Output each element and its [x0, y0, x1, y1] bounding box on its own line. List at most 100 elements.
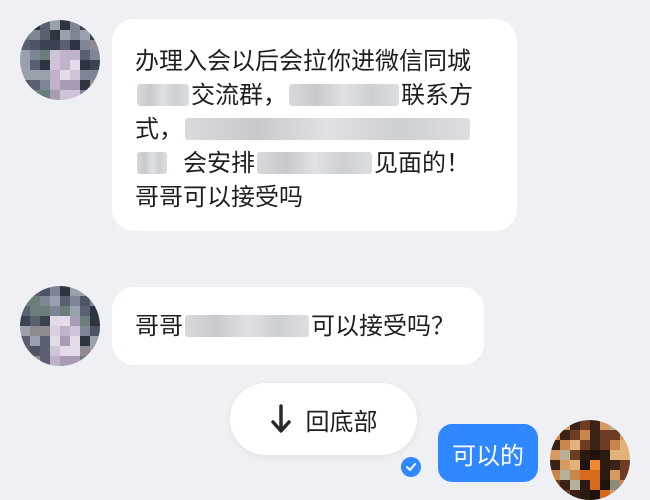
avatar-pixel: [560, 430, 570, 440]
avatar-pixel: [580, 490, 590, 500]
avatar-pixel: [610, 450, 620, 460]
avatar-pixel: [50, 20, 60, 30]
avatar-pixel: [600, 450, 610, 460]
avatar-pixel: [550, 460, 560, 470]
avatar-pixel: [90, 306, 100, 316]
avatar-pixel: [60, 326, 70, 336]
avatar-pixel: [90, 346, 100, 356]
avatar-pixel: [560, 440, 570, 450]
message-line: 式，: [135, 112, 473, 146]
avatar-pixel: [70, 80, 80, 90]
avatar-pixel: [40, 20, 50, 30]
message-line: 会安排 见面的！: [135, 146, 473, 180]
avatar-pixel: [30, 296, 40, 306]
sent-message-bubble[interactable]: 可以的: [438, 424, 538, 482]
avatar-pixel: [50, 326, 60, 336]
avatar-pixel: [560, 460, 570, 470]
contact-avatar[interactable]: [20, 20, 100, 100]
avatar-pixel: [620, 460, 630, 470]
avatar-pixel: [570, 440, 580, 450]
avatar-pixel: [30, 346, 40, 356]
avatar-pixel: [580, 440, 590, 450]
avatar-pixel: [610, 470, 620, 480]
avatar-pixel: [580, 430, 590, 440]
avatar-pixel: [30, 50, 40, 60]
avatar-pixel: [80, 326, 90, 336]
avatar-pixel: [560, 450, 570, 460]
scroll-to-bottom-button[interactable]: 回底部: [230, 383, 417, 455]
avatar-pixel: [60, 60, 70, 70]
avatar-pixel: [580, 450, 590, 460]
avatar-pixel: [40, 346, 50, 356]
avatar-pixel: [30, 30, 40, 40]
avatar-pixel: [80, 296, 90, 306]
avatar-pixel: [30, 286, 40, 296]
avatar-pixel: [80, 30, 90, 40]
avatar-pixel: [80, 286, 90, 296]
self-avatar[interactable]: [550, 420, 630, 500]
avatar-pixel: [90, 356, 100, 366]
avatar-pixel: [70, 296, 80, 306]
avatar-pixel: [60, 306, 70, 316]
avatar-pixel: [600, 430, 610, 440]
avatar-pixel: [80, 60, 90, 70]
avatar-pixel: [590, 440, 600, 450]
message-bubble[interactable]: 办理入会以后会拉你进微信同城 交流群， 联系方 式， 会安排 见面的！ 哥哥可以…: [112, 19, 517, 231]
avatar-pixel: [90, 90, 100, 100]
avatar-pixel: [30, 356, 40, 366]
avatar-pixel: [20, 346, 30, 356]
avatar-pixel: [60, 40, 70, 50]
avatar-pixel: [70, 286, 80, 296]
avatar-pixel: [620, 470, 630, 480]
avatar-pixel: [60, 316, 70, 326]
avatar-pixel: [60, 80, 70, 90]
avatar-pixel: [80, 80, 90, 90]
avatar-pixel: [40, 306, 50, 316]
message-line: 办理入会以后会拉你进微信同城: [135, 44, 473, 78]
avatar-pixel: [600, 480, 610, 490]
avatar-pixel: [70, 356, 80, 366]
message-bubble[interactable]: 哥哥 可以接受吗？: [112, 287, 484, 365]
avatar-pixel: [40, 286, 50, 296]
avatar-pixel: [90, 60, 100, 70]
avatar-pixel: [610, 420, 620, 430]
avatar-pixel: [20, 326, 30, 336]
avatar-pixel: [30, 306, 40, 316]
avatar-pixel: [20, 50, 30, 60]
avatar-pixel: [20, 286, 30, 296]
message-line: 哥哥 可以接受吗？: [135, 309, 455, 343]
avatar-pixel: [90, 50, 100, 60]
avatar-pixel: [50, 30, 60, 40]
avatar-pixel: [60, 336, 70, 346]
avatar-pixel: [70, 336, 80, 346]
avatar-pixel: [590, 470, 600, 480]
avatar-pixel: [580, 460, 590, 470]
avatar-pixel: [40, 60, 50, 70]
redacted-text: [185, 315, 309, 337]
avatar-pixel: [60, 90, 70, 100]
avatar-pixel: [20, 60, 30, 70]
redacted-text: [289, 84, 399, 106]
contact-avatar[interactable]: [20, 286, 100, 366]
avatar-pixel: [60, 346, 70, 356]
avatar-pixel: [90, 286, 100, 296]
avatar-pixel: [80, 50, 90, 60]
avatar-pixel: [20, 336, 30, 346]
avatar-pixel: [30, 70, 40, 80]
avatar-pixel: [50, 356, 60, 366]
avatar-pixel: [50, 60, 60, 70]
avatar-pixel: [610, 490, 620, 500]
avatar-pixel: [70, 40, 80, 50]
avatar-pixel: [620, 430, 630, 440]
message-line: 哥哥可以接受吗: [135, 180, 473, 214]
avatar-pixel: [620, 420, 630, 430]
avatar-pixel: [70, 30, 80, 40]
avatar-pixel: [20, 90, 30, 100]
avatar-pixel: [40, 336, 50, 346]
avatar-pixel: [70, 316, 80, 326]
avatar-pixel: [50, 336, 60, 346]
avatar-pixel: [90, 336, 100, 346]
avatar-pixel: [90, 20, 100, 30]
avatar-pixel: [80, 70, 90, 80]
check-icon: [401, 457, 421, 477]
